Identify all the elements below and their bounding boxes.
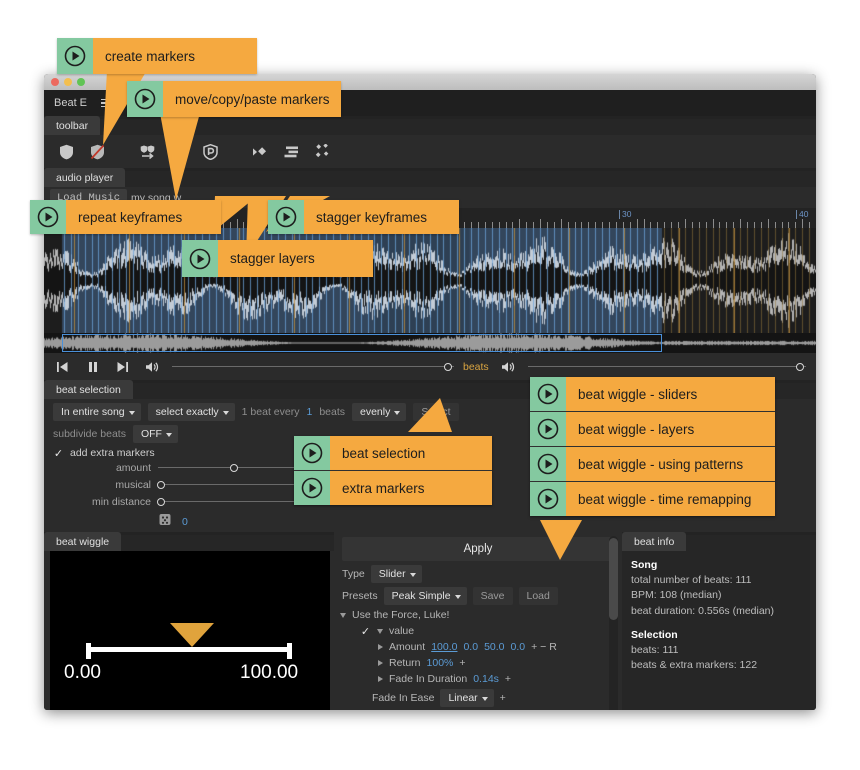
callout-label: move/copy/paste markers [163,81,341,117]
callout-label: beat wiggle - layers [566,412,775,446]
play-icon[interactable] [530,412,566,446]
callout-repeat-keyframes[interactable]: repeat keyframes [30,200,221,234]
play-icon[interactable] [127,81,163,117]
callout-label: beat selection [330,436,492,470]
callout-beat-selection[interactable]: beat selection [294,436,492,470]
callout-extra-markers[interactable]: extra markers [294,471,492,505]
screenshot-root: Beat E toolbar audio player Load Music m… [0,0,860,770]
callout-label: stagger keyframes [304,200,459,234]
callout-wiggle-sliders[interactable]: beat wiggle - sliders [530,377,775,411]
callout-wiggle-layers[interactable]: beat wiggle - layers [530,412,775,446]
play-icon[interactable] [530,377,566,411]
callout-stagger-layers[interactable]: stagger layers [182,240,373,277]
play-icon[interactable] [57,38,93,74]
callout-label: repeat keyframes [66,200,221,234]
callout-label: create markers [93,38,257,74]
callout-wiggle-time-remapping[interactable]: beat wiggle - time remapping [530,482,775,516]
play-icon[interactable] [294,436,330,470]
callout-stack-wiggle: beat wiggle - sliders beat wiggle - laye… [530,377,775,516]
callout-move-copy-paste-markers[interactable]: move/copy/paste markers [127,81,341,117]
play-icon[interactable] [30,200,66,234]
play-icon[interactable] [530,447,566,481]
callout-wiggle-patterns[interactable]: beat wiggle - using patterns [530,447,775,481]
callout-label: beat wiggle - time remapping [566,482,775,516]
play-icon[interactable] [268,200,304,234]
callout-stack-selection: beat selection extra markers [294,436,492,505]
play-icon[interactable] [294,471,330,505]
callout-create-markers[interactable]: create markers [57,38,257,74]
callout-label: stagger layers [218,240,373,277]
callout-label: extra markers [330,471,492,505]
callout-label: beat wiggle - using patterns [566,447,775,481]
callout-label: beat wiggle - sliders [566,377,775,411]
callout-stagger-keyframes[interactable]: stagger keyframes [268,200,459,234]
play-icon[interactable] [530,482,566,516]
play-icon[interactable] [182,240,218,277]
